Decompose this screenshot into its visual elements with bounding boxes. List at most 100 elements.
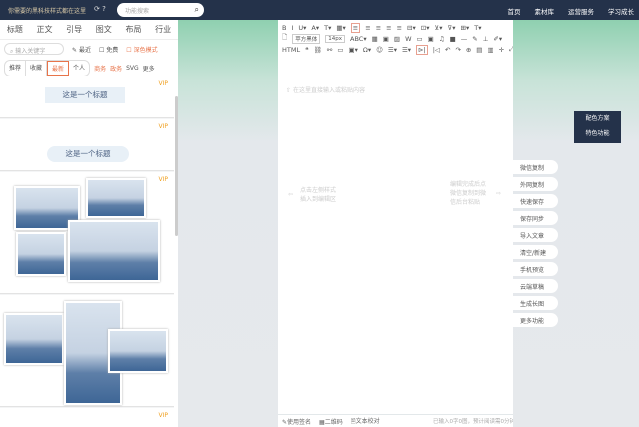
redo-icon[interactable]: ↷ [455,46,460,54]
word-import-icon[interactable]: W [405,35,411,43]
align-center-button[interactable]: ≡ [365,24,370,32]
divider-icon[interactable]: — [461,35,468,43]
proofread-button[interactable]: 🗎文本校对 [351,416,380,427]
tab-body[interactable]: 正文 [36,24,52,35]
signature-button[interactable]: ✎使用签名 [282,417,311,426]
bold-button[interactable]: B [282,24,286,32]
font-family-select[interactable]: 苹方黑体 [292,33,321,44]
tab-image-text[interactable]: 图文 [96,24,112,35]
tab-guide[interactable]: 引导 [66,24,82,35]
frame-icon[interactable]: ▣▾ [348,46,357,54]
tab-layout[interactable]: 布局 [125,24,141,35]
border-button[interactable]: ⊞▾ [461,24,470,32]
font-color-button[interactable]: A▾ [311,24,319,32]
text-bg-button[interactable]: T▾ [324,24,331,32]
notice-link[interactable]: 你需要的黑科技样式都在这里 [8,6,86,15]
feature-search-input[interactable]: 功能搜索 ⌕ [117,3,204,17]
clear-format-button[interactable]: T▾ [474,24,481,32]
multi-image-icon[interactable]: ▨ [394,35,400,43]
import-article-button[interactable]: 导入文章 [513,228,558,242]
distribute-button[interactable]: ≡ [397,24,402,32]
mobile-preview-button[interactable]: 手机预览 [513,262,558,276]
style-card[interactable] [0,295,174,407]
undo-icon[interactable]: ↶ [445,46,450,54]
free-checkbox[interactable]: ☐ 免费 [99,45,118,54]
eraser-icon[interactable]: ⊥ [483,35,489,43]
preview-icon[interactable]: ▥ [487,46,493,54]
seg-latest[interactable]: 最新 [47,61,70,76]
unordered-list-icon[interactable]: ☰▾ [402,46,411,54]
seg-recommended[interactable]: 推荐 [5,61,27,76]
seg-favorites[interactable]: 收藏 [26,61,48,76]
style-card[interactable]: VIP [0,172,174,294]
search-icon[interactable]: ⌕ [195,5,199,15]
insert-table-icon[interactable]: ▦ [372,35,378,43]
long-image-button[interactable]: 生成长图 [513,296,558,310]
recent-filter[interactable]: ✎ 最近 [72,45,91,54]
image-icon[interactable]: ▭ [417,35,423,43]
fullscreen-icon[interactable]: ⤢ [509,45,513,54]
video-icon[interactable]: ▣ [428,35,434,43]
style-card[interactable]: VIP [0,408,174,427]
insert-image-icon[interactable]: ▣ [383,35,389,43]
nav-operations[interactable]: 运营服务 [568,6,594,16]
format-painter-icon[interactable]: ✎ [472,35,477,43]
external-copy-button[interactable]: 外网复制 [513,177,558,191]
keyword-search-input[interactable]: ⌕ 输入关键字 [4,43,64,55]
spacing-button[interactable]: ⊡▾ [421,24,430,32]
features-button[interactable]: 特色功能 [574,126,621,141]
filter-government[interactable]: 政务 [110,64,122,73]
style-card[interactable]: VIP 这是一个标题 [0,119,174,171]
ltr-icon[interactable]: ⊳| [416,44,428,55]
nav-materials[interactable]: 素材库 [535,6,555,16]
clear-new-button[interactable]: 清空/新建 [513,245,558,259]
align-right-button[interactable]: ≡ [376,24,381,32]
find-icon[interactable]: ⊕ [466,46,471,54]
refresh-help-icons[interactable]: ⟳ ? [94,5,106,13]
table-button[interactable]: ▦▾ [336,24,345,32]
cloud-draft-button[interactable]: 云端草稿 [513,279,558,293]
style-card[interactable]: VIP 这是一个标题 [0,76,174,118]
tab-industry[interactable]: 行业 [155,24,171,35]
nav-home[interactable]: 首页 [508,6,521,16]
quote-icon[interactable]: ❝ [305,46,309,54]
spellcheck-button[interactable]: ABC▾ [350,35,367,43]
link-icon[interactable]: ⛓ [314,46,322,54]
justify-button[interactable]: ≡ [386,24,391,32]
template-icon[interactable]: ▤ [476,46,482,54]
editor-placeholder[interactable]: ⇧ 在这里直接输入或粘贴内容 [286,85,365,94]
paragraph-button[interactable]: ⊽▾ [448,24,456,32]
unlink-icon[interactable]: ⚯ [327,46,332,54]
comment-icon[interactable]: ▭ [337,46,343,54]
more-features-button[interactable]: 更多功能 [513,313,558,327]
italic-button[interactable]: I [291,24,293,32]
line-height-button[interactable]: ⊻▾ [434,24,442,32]
dark-mode-checkbox[interactable]: ☐ 深色模式 [126,45,157,54]
color-scheme-button[interactable]: 配色方案 [574,111,621,126]
rtl-icon[interactable]: |◁ [433,46,440,54]
indent-button[interactable]: ⊟▾ [407,24,416,32]
quick-save-button[interactable]: 快速保存 [513,194,558,208]
font-size-select[interactable]: 14px [325,34,345,43]
tab-title[interactable]: 标题 [7,24,23,35]
emoji-icon[interactable]: ☺ [376,46,383,54]
align-left-button[interactable]: ≡ [350,22,361,33]
filter-business[interactable]: 商务 [94,64,106,73]
doc-icon[interactable]: 🗋 [282,33,287,44]
ordered-list-icon[interactable]: ☰▾ [388,46,397,54]
html-button[interactable]: HTML [282,46,300,54]
music-icon[interactable]: ♫ [439,35,445,43]
save-sync-button[interactable]: 保存同步 [513,211,558,225]
filter-svg[interactable]: SVG [126,65,139,72]
special-char-icon[interactable]: Ω▾ [363,46,371,54]
camera-icon[interactable]: ■ [450,35,456,43]
magic-wand-icon[interactable]: ✐▾ [493,35,502,43]
move-icon[interactable]: ✛ [499,46,504,54]
filter-more[interactable]: 更多 [143,64,155,73]
qrcode-button[interactable]: ▦二维码 [319,417,343,426]
wechat-copy-button[interactable]: 微信复制 [513,160,558,174]
nav-learning[interactable]: 学习成长 [608,6,634,16]
underline-button[interactable]: U▾ [298,24,306,32]
seg-personal[interactable]: 个人 [69,61,89,76]
scrollbar[interactable] [175,96,178,236]
